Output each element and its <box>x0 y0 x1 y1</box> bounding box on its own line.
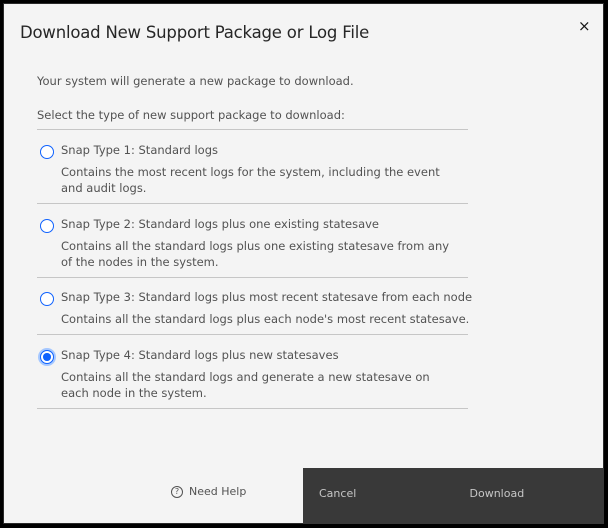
dialog-title: Download New Support Package or Log File <box>20 23 370 42</box>
download-button[interactable]: Download <box>454 468 605 524</box>
divider <box>37 334 468 335</box>
prompt-text: Select the type of new support package t… <box>37 108 345 122</box>
divider <box>37 129 468 130</box>
divider <box>37 203 468 204</box>
option-description: Contains the most recent logs for the sy… <box>61 165 440 195</box>
divider <box>37 408 468 409</box>
help-label: Need Help <box>189 485 247 498</box>
option-description: Contains all the standard logs and gener… <box>61 370 430 400</box>
divider <box>37 277 468 278</box>
option-label: Snap Type 3: Standard logs plus most rec… <box>61 290 473 304</box>
option-label: Snap Type 2: Standard logs plus one exis… <box>61 217 380 231</box>
dialog-footer: Cancel Download <box>303 468 604 524</box>
download-support-package-dialog: Download New Support Package or Log File… <box>3 3 604 524</box>
radio-button[interactable] <box>40 219 54 233</box>
radio-button[interactable] <box>40 145 54 159</box>
radio-button[interactable] <box>40 292 54 306</box>
cancel-button[interactable]: Cancel <box>303 468 454 524</box>
option-description: Contains all the standard logs plus each… <box>61 312 470 326</box>
intro-text: Your system will generate a new package … <box>37 74 354 88</box>
option-label: Snap Type 4: Standard logs plus new stat… <box>61 348 339 362</box>
radio-button-selected[interactable] <box>40 350 54 364</box>
need-help-link[interactable]: ? Need Help <box>171 485 246 498</box>
close-icon[interactable]: × <box>578 17 591 35</box>
option-description: Contains all the standard logs plus one … <box>61 239 450 269</box>
option-label: Snap Type 1: Standard logs <box>61 143 219 157</box>
help-icon: ? <box>171 485 183 498</box>
